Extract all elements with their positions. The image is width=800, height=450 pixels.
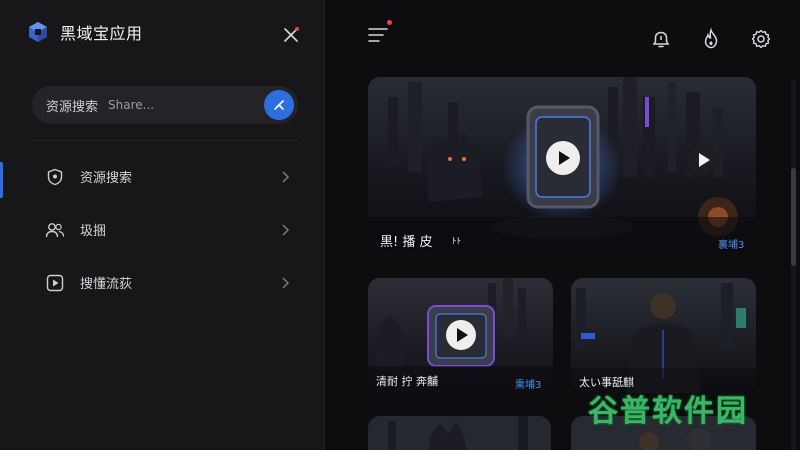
nav-divider bbox=[32, 140, 298, 141]
search-input[interactable] bbox=[108, 98, 264, 112]
watermark-text: 谷普软件园 bbox=[588, 394, 748, 429]
chevron-right-icon bbox=[282, 276, 290, 289]
card-title: 黒! 播 皮 bbox=[380, 235, 433, 250]
search-bar: 资源搜索 bbox=[32, 86, 298, 124]
menu-icon[interactable] bbox=[367, 24, 389, 46]
scrollbar-thumb[interactable] bbox=[791, 168, 796, 266]
play-button[interactable] bbox=[688, 145, 718, 175]
collapse-sidebar-icon[interactable] bbox=[280, 24, 302, 46]
card-tag: 裏埔3 bbox=[718, 240, 745, 251]
app-title: 黑域宝应用 bbox=[60, 24, 143, 43]
sidebar-nav: 资源搜索 圾捆 搜懂流荻 bbox=[32, 150, 298, 309]
sidebar-item-media[interactable]: 搜懂流荻 bbox=[32, 256, 298, 309]
active-indicator bbox=[0, 162, 3, 198]
play-icon bbox=[559, 151, 570, 165]
video-card[interactable]: 太い事舐麒 bbox=[571, 278, 756, 393]
play-button[interactable] bbox=[546, 141, 580, 175]
users-icon bbox=[44, 219, 66, 241]
search-label: 资源搜索 bbox=[46, 99, 99, 115]
search-button[interactable] bbox=[264, 90, 294, 120]
sidebar-item-label: 搜懂流荻 bbox=[80, 277, 133, 292]
play-button[interactable] bbox=[446, 320, 476, 350]
brand[interactable]: 黑域宝应用 bbox=[26, 20, 143, 44]
gear-icon[interactable] bbox=[750, 28, 772, 50]
play-square-icon bbox=[44, 272, 66, 294]
play-icon bbox=[699, 153, 710, 167]
search-icon bbox=[274, 100, 284, 110]
shield-icon bbox=[44, 166, 66, 188]
card-tag: 熏埔3 bbox=[515, 380, 542, 391]
card-thumbnail bbox=[368, 416, 551, 450]
sidebar-item-label: 资源搜索 bbox=[80, 171, 133, 186]
video-card-featured[interactable]: 黒! 播 皮 ﾄﾄ 裏埔3 bbox=[368, 77, 756, 251]
fire-icon[interactable] bbox=[700, 28, 722, 50]
sidebar: 黑域宝应用 资源搜索 资源搜索 bbox=[0, 0, 325, 450]
play-icon bbox=[457, 328, 468, 342]
chevron-right-icon bbox=[282, 223, 290, 236]
card-title-suffix: ﾄﾄ bbox=[452, 237, 462, 247]
sidebar-item-resource-search[interactable]: 资源搜索 bbox=[32, 150, 298, 203]
notification-dot bbox=[387, 20, 392, 25]
chevron-right-icon bbox=[282, 170, 290, 183]
bell-icon[interactable] bbox=[650, 28, 672, 50]
card-title: 清耐 拧 奔黼 bbox=[376, 375, 438, 388]
sidebar-item-label: 圾捆 bbox=[80, 224, 107, 239]
sidebar-item-users[interactable]: 圾捆 bbox=[32, 203, 298, 256]
video-card[interactable] bbox=[368, 416, 551, 450]
video-card[interactable]: 清耐 拧 奔黼 熏埔3 bbox=[368, 278, 553, 393]
cube-logo-icon bbox=[29, 22, 47, 42]
